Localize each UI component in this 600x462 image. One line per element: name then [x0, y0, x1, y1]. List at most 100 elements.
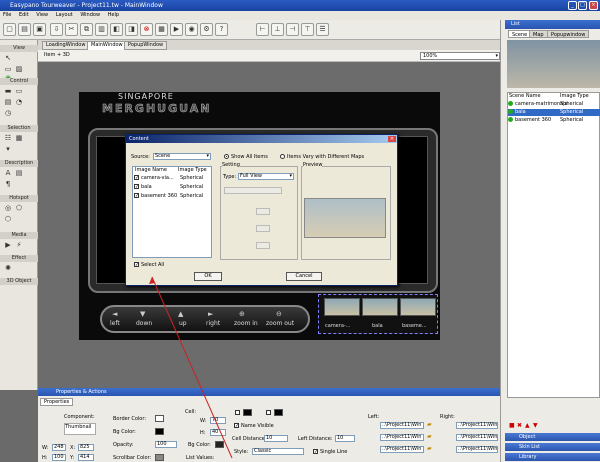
cell-h-input[interactable]: 40	[210, 429, 226, 436]
scene-icon[interactable]: ◧	[110, 23, 123, 36]
text-color-swatch[interactable]	[243, 409, 252, 416]
items-vary-radio[interactable]	[280, 154, 285, 159]
align-right-icon[interactable]: ⊣	[286, 23, 299, 36]
x-input[interactable]: 825	[78, 444, 94, 451]
text-icon[interactable]: A	[4, 169, 12, 177]
left-distance-input[interactable]: 10	[335, 435, 355, 442]
grid-icon[interactable]: ▦	[155, 23, 168, 36]
paste-icon[interactable]: ▥	[95, 23, 108, 36]
skin-list-bar[interactable]: Skin List	[505, 443, 600, 451]
thumbnail-image[interactable]	[400, 298, 436, 316]
show-all-radio[interactable]	[224, 154, 229, 159]
cell-bg-color-swatch[interactable]	[215, 441, 224, 448]
zoom-in-icon[interactable]: ⊕	[239, 310, 245, 318]
menu-view[interactable]: View	[36, 12, 48, 18]
map-icon[interactable]: ◨	[125, 23, 138, 36]
menu-help[interactable]: Help	[108, 12, 119, 18]
button-control-icon[interactable]: ▬	[4, 87, 12, 95]
type-select[interactable]: Full View ▾	[238, 173, 294, 180]
tab-popupwindow[interactable]: Popupwindow	[547, 30, 590, 38]
image-icon[interactable]: ▨	[15, 65, 23, 73]
right-path-3[interactable]: ..\Project11\Win	[456, 446, 498, 453]
bg-color-swatch[interactable]	[155, 428, 164, 435]
cell-distance-input[interactable]: 10	[264, 435, 288, 442]
left-path-1[interactable]: ..\Project11\Win	[380, 422, 424, 429]
thumbnail-image[interactable]	[324, 298, 360, 316]
close-button[interactable]: ×	[589, 1, 598, 10]
import-icon[interactable]: ⇩	[50, 23, 63, 36]
zoom-out-icon[interactable]: ⊖	[276, 310, 282, 318]
right-path-1[interactable]: ..\Project11\Win	[456, 422, 498, 429]
y-input[interactable]: 414	[78, 454, 94, 461]
cursor-icon[interactable]: ↖	[4, 54, 12, 62]
dropdown-selection-icon[interactable]: ▾	[4, 145, 12, 153]
style-select[interactable]: Classic	[252, 448, 304, 455]
folder-icon[interactable]: ▰	[427, 421, 432, 428]
align-center-icon[interactable]: ⊥	[271, 23, 284, 36]
open-icon[interactable]: ▤	[18, 23, 31, 36]
select-all-checkbox[interactable]: ✓	[134, 262, 139, 268]
tab-loading-window[interactable]: LoadingWindow	[42, 41, 90, 50]
move-down-icon[interactable]: ▼	[533, 422, 538, 429]
font-color-swatch[interactable]	[274, 409, 283, 416]
library-bar[interactable]: Library	[505, 453, 600, 461]
move-up-icon[interactable]: ▲	[525, 422, 530, 429]
hotspot-icon[interactable]: ◎	[4, 204, 12, 212]
tab-main-window[interactable]: MainWindow	[87, 41, 127, 50]
compass-control-icon[interactable]: ◷	[4, 109, 12, 117]
border-color-swatch[interactable]	[155, 415, 164, 422]
publish-icon[interactable]: ◉	[185, 23, 198, 36]
help-icon[interactable]: ?	[215, 23, 228, 36]
add-scene-icon[interactable]: ■	[509, 422, 515, 429]
source-select[interactable]: Scene ▾	[153, 153, 211, 160]
zoom-select[interactable]: 100% ▾	[420, 52, 500, 60]
right-arrow-icon[interactable]: ►	[208, 310, 213, 318]
distribute-icon[interactable]: ☰	[316, 23, 329, 36]
slider-control-icon[interactable]: ▭	[15, 87, 23, 95]
object-bar[interactable]: Object	[505, 433, 600, 441]
scrollbar-color-swatch[interactable]	[155, 454, 164, 461]
media-icon[interactable]: ▶	[4, 241, 12, 249]
tab-popup-window[interactable]: PopupWindow	[124, 41, 168, 50]
menu-layout[interactable]: Layout	[56, 12, 73, 18]
minimize-button[interactable]: _	[568, 1, 577, 10]
tab-scene[interactable]: Scene	[508, 30, 532, 38]
opacity-input[interactable]: 100	[155, 441, 177, 448]
rich-text-icon[interactable]: ¶	[4, 180, 12, 188]
thumbnail-image[interactable]	[362, 298, 398, 316]
left-path-3[interactable]: ..\Project11\Win	[380, 446, 424, 453]
left-arrow-icon[interactable]: ◄	[112, 310, 117, 318]
image-checkbox[interactable]: ✓	[134, 193, 139, 199]
item-label[interactable]: Item + 3D	[44, 52, 70, 58]
image-checkbox[interactable]: ✓	[134, 184, 139, 190]
scene-list[interactable]	[507, 92, 600, 398]
align-left-icon[interactable]: ⊢	[256, 23, 269, 36]
close-icon[interactable]: ×	[388, 136, 396, 142]
thumbnail-selection-icon[interactable]: ▦	[15, 134, 23, 142]
text-toggle[interactable]	[266, 410, 271, 415]
cut-icon[interactable]: ✂	[65, 23, 78, 36]
settings-icon[interactable]: ⚙	[200, 23, 213, 36]
delete-icon[interactable]: ⊗	[140, 23, 153, 36]
combo-control-icon[interactable]: ▤	[4, 98, 12, 106]
scene-row[interactable]: bala Spherical	[508, 109, 600, 116]
menu-edit[interactable]: Edit	[19, 12, 29, 18]
list-selection-icon[interactable]: ☷	[4, 134, 12, 142]
menu-window[interactable]: Window	[80, 12, 100, 18]
folder-icon[interactable]: ▰	[427, 433, 432, 440]
w-input[interactable]: 248	[52, 444, 66, 451]
name-visible-checkbox[interactable]: ✓	[234, 423, 239, 429]
image-checkbox[interactable]: ✓	[134, 175, 139, 181]
left-path-2[interactable]: ..\Project11\Win	[380, 434, 424, 441]
scene-row[interactable]: basement 360 Spherical	[508, 117, 600, 124]
tab-map[interactable]: Map	[529, 30, 548, 38]
description-icon[interactable]: ▤	[15, 169, 23, 177]
delete-scene-icon[interactable]: ✖	[517, 422, 522, 429]
ok-button[interactable]: OK	[194, 272, 222, 281]
save-icon[interactable]: ▣	[33, 23, 46, 36]
rectangle-icon[interactable]: ▭	[4, 65, 12, 73]
scene-row[interactable]: camera-matrimonala Spherical	[508, 101, 600, 108]
up-arrow-icon[interactable]: ▲	[178, 310, 183, 318]
maximize-button[interactable]: □	[578, 1, 587, 10]
image-toggle[interactable]	[235, 410, 240, 415]
